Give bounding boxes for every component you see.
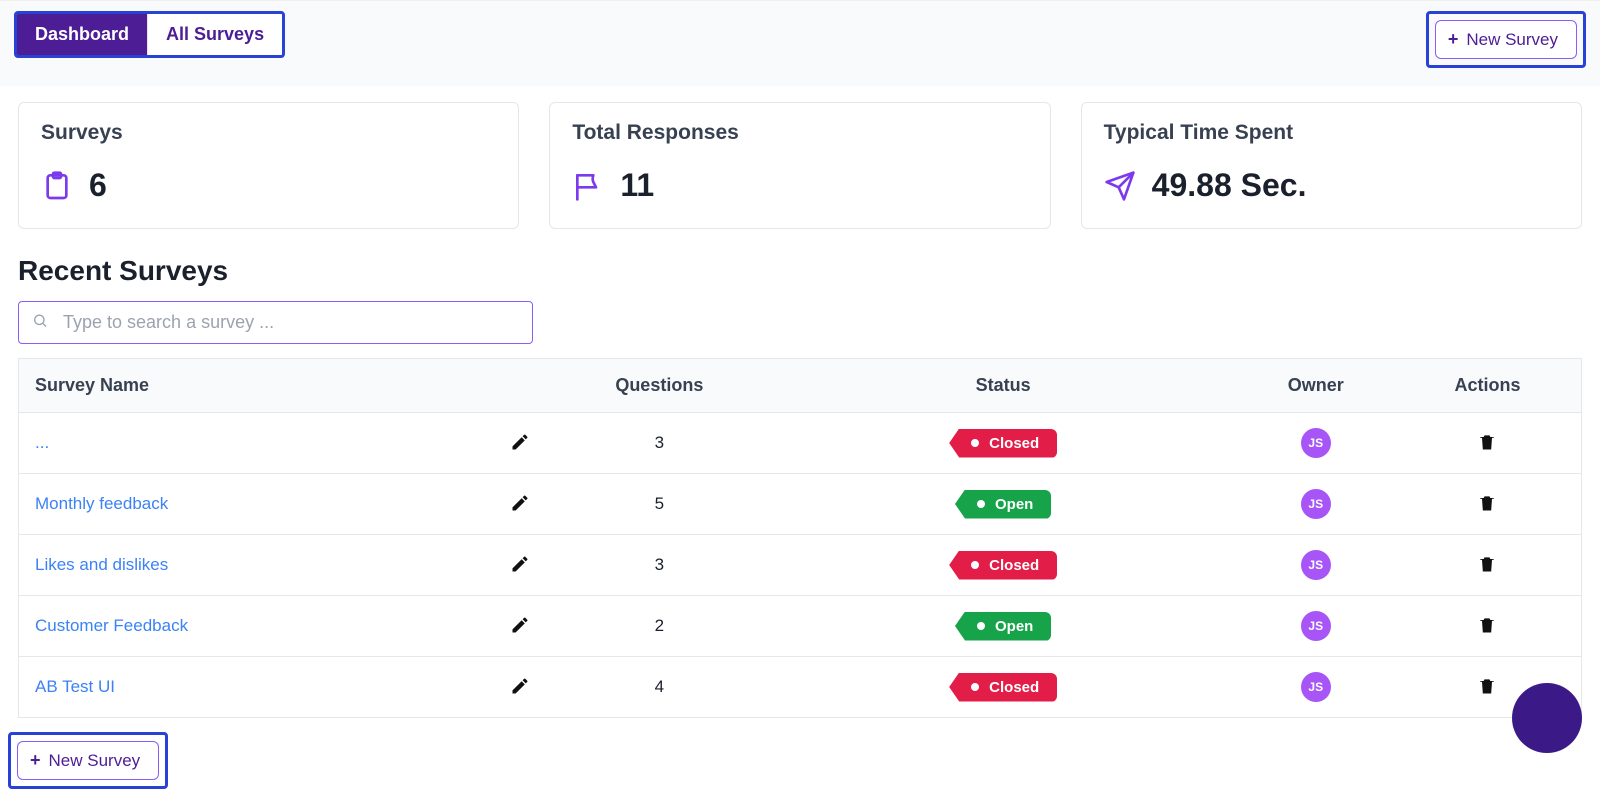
delete-button[interactable] — [1473, 489, 1501, 520]
dot-icon — [971, 439, 979, 447]
table-row: Monthly feedback 5 Open JS — [19, 474, 1582, 535]
avatar: JS — [1301, 672, 1331, 702]
highlight-new-survey-top: + New Survey — [1426, 11, 1586, 68]
tab-dashboard[interactable]: Dashboard — [17, 14, 147, 55]
search-wrap — [18, 301, 533, 344]
card-value: 49.88 Sec. — [1152, 167, 1307, 204]
card-title: Typical Time Spent — [1104, 121, 1559, 145]
tab-all-surveys[interactable]: All Surveys — [147, 14, 282, 55]
section-title: Recent Surveys — [18, 255, 1600, 287]
survey-link[interactable]: Monthly feedback — [35, 494, 168, 514]
trash-icon — [1477, 501, 1497, 516]
questions-cell: 3 — [550, 535, 769, 596]
table-row: Customer Feedback 2 Open JS — [19, 596, 1582, 657]
trash-icon — [1477, 623, 1497, 638]
flag-icon — [572, 170, 604, 202]
trash-icon — [1477, 562, 1497, 577]
new-survey-button-top[interactable]: + New Survey — [1435, 20, 1577, 59]
card-time: Typical Time Spent 49.88 Sec. — [1081, 102, 1582, 229]
edit-icon — [510, 501, 530, 516]
dot-icon — [977, 500, 985, 508]
edit-icon — [510, 562, 530, 577]
edit-button[interactable] — [506, 428, 534, 459]
card-title: Surveys — [41, 121, 496, 145]
status-tag: Closed — [949, 429, 1057, 458]
table-row: ... 3 Closed JS — [19, 413, 1582, 474]
card-title: Total Responses — [572, 121, 1027, 145]
edit-icon — [510, 440, 530, 455]
status-tag: Closed — [949, 551, 1057, 580]
surveys-table: Survey Name Questions Status Owner Actio… — [18, 358, 1582, 718]
edit-button[interactable] — [506, 672, 534, 703]
trash-icon — [1477, 684, 1497, 699]
table-row: Likes and dislikes 3 Closed JS — [19, 535, 1582, 596]
avatar: JS — [1301, 550, 1331, 580]
dot-icon — [977, 622, 985, 630]
search-icon — [32, 312, 48, 333]
trash-icon — [1477, 440, 1497, 455]
col-questions: Questions — [550, 359, 769, 413]
col-status: Status — [769, 359, 1238, 413]
dot-icon — [971, 683, 979, 691]
card-responses: Total Responses 11 — [549, 102, 1050, 229]
col-actions: Actions — [1394, 359, 1582, 413]
card-value: 11 — [620, 167, 654, 204]
highlight-new-survey-bottom: + New Survey — [8, 732, 168, 789]
edit-icon — [510, 684, 530, 699]
status-tag: Closed — [949, 673, 1057, 702]
survey-link[interactable]: Customer Feedback — [35, 616, 188, 636]
tab-group: Dashboard All Surveys — [14, 11, 285, 58]
delete-button[interactable] — [1473, 428, 1501, 459]
questions-cell: 2 — [550, 596, 769, 657]
survey-link[interactable]: AB Test UI — [35, 677, 115, 697]
questions-cell: 5 — [550, 474, 769, 535]
plus-icon: + — [1448, 29, 1459, 50]
delete-button[interactable] — [1473, 672, 1501, 703]
avatar: JS — [1301, 611, 1331, 641]
edit-button[interactable] — [506, 611, 534, 642]
edit-icon — [510, 623, 530, 638]
plus-icon: + — [30, 750, 41, 771]
new-survey-label: New Survey — [1466, 30, 1558, 50]
survey-link[interactable]: Likes and dislikes — [35, 555, 168, 575]
avatar: JS — [1301, 428, 1331, 458]
table-row: AB Test UI 4 Closed JS — [19, 657, 1582, 718]
avatar: JS — [1301, 489, 1331, 519]
new-survey-label: New Survey — [49, 751, 141, 771]
questions-cell: 3 — [550, 413, 769, 474]
edit-button[interactable] — [506, 489, 534, 520]
status-tag: Open — [955, 612, 1051, 641]
questions-cell: 4 — [550, 657, 769, 718]
delete-button[interactable] — [1473, 611, 1501, 642]
topbar: Dashboard All Surveys + New Survey — [0, 0, 1600, 86]
card-value: 6 — [89, 167, 107, 204]
delete-button[interactable] — [1473, 550, 1501, 581]
edit-button[interactable] — [506, 550, 534, 581]
search-input[interactable] — [18, 301, 533, 344]
col-name: Survey Name — [19, 359, 550, 413]
col-owner: Owner — [1238, 359, 1394, 413]
send-icon — [1104, 170, 1136, 202]
new-survey-button-bottom[interactable]: + New Survey — [17, 741, 159, 780]
clipboard-icon — [41, 170, 73, 202]
survey-link[interactable]: ... — [35, 433, 49, 453]
metric-cards: Surveys 6 Total Responses 11 Typical Tim… — [0, 86, 1600, 229]
card-surveys: Surveys 6 — [18, 102, 519, 229]
status-tag: Open — [955, 490, 1051, 519]
dot-icon — [971, 561, 979, 569]
